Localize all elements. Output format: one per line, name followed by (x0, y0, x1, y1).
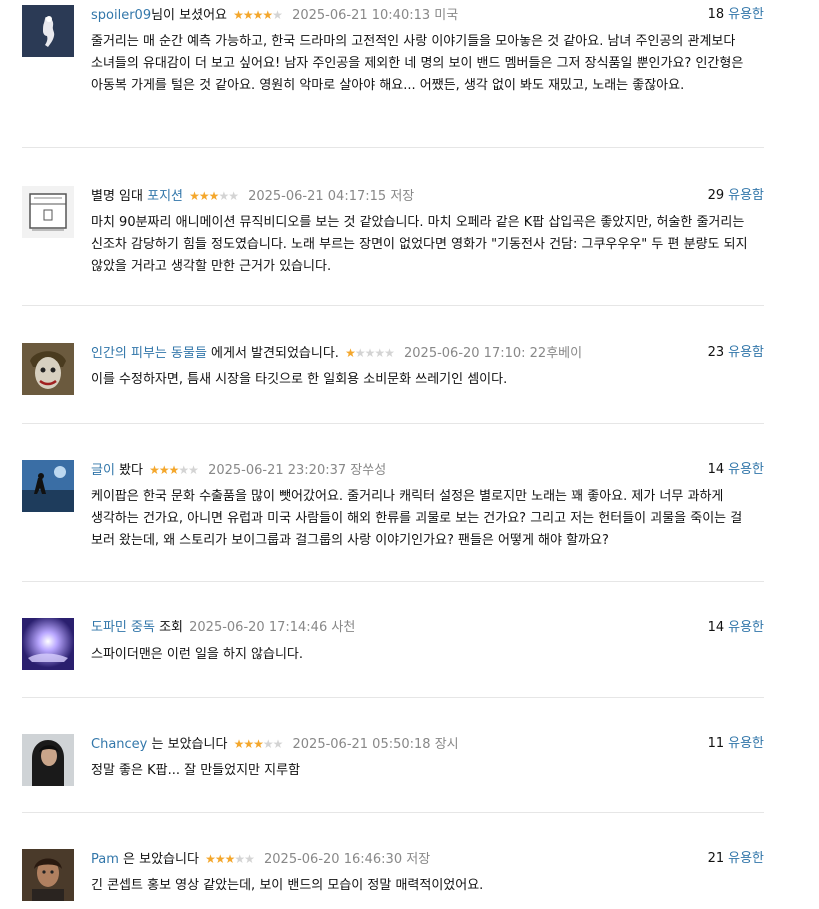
joker-face-avatar[interactable] (22, 343, 74, 395)
glowing-hand-avatar[interactable] (22, 618, 74, 670)
review-text: 스파이더맨은 이런 일을 하지 않습니다. (91, 647, 304, 662)
reviewer-prefix: 별명 임대 (91, 189, 143, 204)
review-timestamp: 2025-06-21 05:50:18 (292, 737, 431, 752)
vote-count: 29 (707, 188, 725, 203)
useful-button[interactable]: 유용한 (728, 7, 764, 22)
rating-stars: ★★★★★ (205, 852, 255, 866)
vote-count: 14 (707, 620, 725, 635)
useful-button[interactable]: 유용한 (728, 736, 764, 751)
review-text: 긴 콘셉트 홍보 영상 같았는데, 보이 밴드의 모습이 정말 매력적이었어요. (91, 878, 484, 893)
review-text: 정말 좋은 K팝... 잘 만들었지만 지루함 (91, 763, 301, 778)
review-location: 장시 (434, 737, 459, 752)
review-item: Chancey 는 보았습니다 ★★★★★ 2025-06-21 05:50:1… (22, 734, 764, 813)
reviewer-name[interactable]: 포지션 (147, 189, 183, 204)
review-location: 저장 (406, 852, 431, 867)
sketch-building-avatar[interactable] (22, 186, 74, 238)
vote-count: 11 (707, 736, 725, 751)
review-action: 봤다 (119, 463, 143, 478)
reviewer-name[interactable]: 인간의 피부는 동물들 (91, 346, 207, 361)
review-text: 마치 90분짜리 애니메이션 뮤직비디오를 보는 것 같았습니다. 마치 오페라… (91, 215, 748, 274)
review-timestamp: 2025-06-21 10:40:13 (292, 8, 431, 23)
useful-button[interactable]: 유용함 (728, 188, 764, 203)
review-location: 미국 (434, 8, 459, 23)
review-text: 이를 수정하자면, 틈새 시장을 타깃으로 한 일회용 소비문화 쓰레기인 셈이… (91, 372, 508, 387)
portrait-woman-avatar[interactable] (22, 849, 74, 901)
useful-button[interactable]: 유용함 (728, 345, 764, 360)
reviewer-name[interactable]: spoiler09 (91, 8, 151, 23)
review-list: spoiler09님이 보셨어요 ★★★★★ 2025-06-21 10:40:… (0, 5, 819, 909)
useful-button[interactable]: 유용한 (728, 462, 764, 477)
reviewer-name[interactable]: Pam (91, 852, 119, 867)
review-timestamp: 2025-06-20 17:14:46 (189, 620, 328, 635)
review-item: spoiler09님이 보셨어요 ★★★★★ 2025-06-21 10:40:… (22, 5, 764, 148)
review-timestamp: 2025-06-20 17:10: 22후베이 (404, 346, 583, 361)
review-item: 별명 임대 포지션 ★★★★★ 2025-06-21 04:17:15 저장 2… (22, 186, 764, 306)
review-action: 는 보았습니다 (151, 737, 228, 752)
ghost-figure-avatar[interactable] (22, 5, 74, 57)
vote-count: 23 (707, 345, 725, 360)
review-text: 케이팝은 한국 문화 수출품을 많이 뺏어갔어요. 줄거리나 캐릭터 설정은 별… (91, 489, 743, 548)
review-action: 은 보았습니다 (123, 852, 199, 867)
review-item: 도파민 중독 조회 2025-06-20 17:14:46 사천 14 유용한 스… (22, 618, 764, 698)
reviewer-name[interactable]: 글이 (91, 463, 115, 478)
review-timestamp: 2025-06-20 16:46:30 (264, 852, 403, 867)
review-text: 줄거리는 매 순간 예측 가능하고, 한국 드라마의 고전적인 사랑 이야기들을… (91, 34, 744, 93)
dark-hair-woman-avatar[interactable] (22, 734, 74, 786)
stage-scene-avatar[interactable] (22, 460, 74, 512)
review-action: 에게서 발견되었습니다. (211, 346, 339, 361)
review-location: 저장 (390, 189, 415, 204)
rating-stars: ★★★★★ (149, 463, 199, 477)
rating-stars: ★★★★★ (233, 8, 283, 22)
review-item: 글이 봤다 ★★★★★ 2025-06-21 23:20:37 장쑤성 14 유용… (22, 460, 764, 582)
review-location: 사천 (331, 620, 356, 635)
useful-button[interactable]: 유용한 (728, 851, 764, 866)
rating-stars: ★★★★★ (233, 737, 284, 751)
review-timestamp: 2025-06-21 23:20:37 (208, 463, 347, 478)
review-item: Pam 은 보았습니다 ★★★★★ 2025-06-20 16:46:30 저장… (22, 849, 764, 909)
review-action: 님이 보셨어요 (151, 8, 227, 23)
review-action: 조회 (159, 620, 183, 635)
vote-count: 18 (707, 7, 725, 22)
useful-button[interactable]: 유용한 (728, 620, 764, 635)
reviewer-name[interactable]: 도파민 중독 (91, 620, 155, 635)
review-location: 장쑤성 (350, 463, 387, 478)
rating-stars: ★★★★★ (189, 189, 239, 203)
review-item: 인간의 피부는 동물들 에게서 발견되었습니다. ★★★★★ 2025-06-2… (22, 343, 764, 424)
reviewer-name[interactable]: Chancey (91, 737, 147, 752)
vote-count: 21 (707, 851, 725, 866)
review-timestamp: 2025-06-21 04:17:15 (248, 189, 387, 204)
rating-stars: ★★★★★ (345, 346, 395, 360)
vote-count: 14 (707, 462, 725, 477)
